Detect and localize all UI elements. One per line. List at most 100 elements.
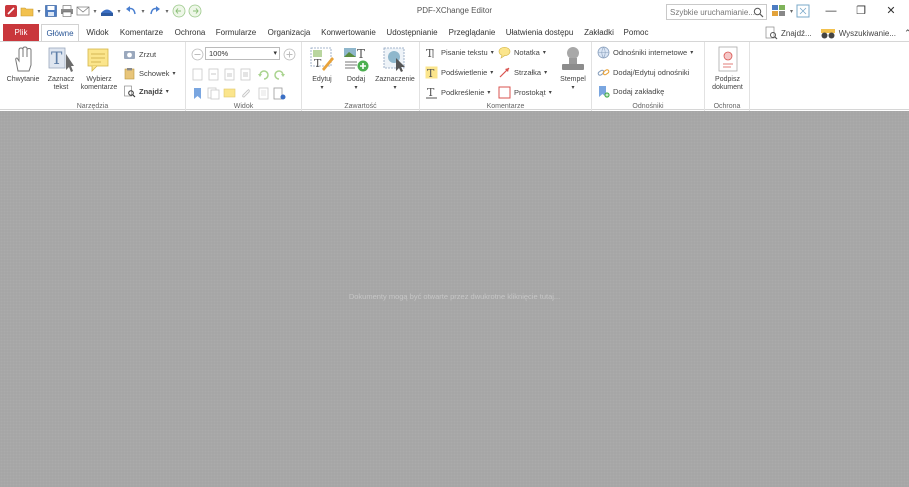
comments-pane-icon[interactable] [223,87,236,100]
page-first-icon[interactable] [191,68,204,81]
bookmark-icon[interactable] [191,87,204,100]
clipboard-button[interactable]: Schowek ▾ [123,67,175,80]
search-button[interactable]: Wyszukiwanie... [820,26,896,40]
stamp-button[interactable]: Stempel ▾ [556,45,590,92]
rotate-left-icon[interactable] [257,68,270,81]
tab-protect[interactable]: Ochrona [170,24,210,41]
highlight-dropdown-icon[interactable]: ▾ [490,69,493,76]
minimize-button[interactable]: — [821,3,841,19]
add-bookmark-button[interactable]: Dodaj zakładkę [597,85,664,98]
stamp-dropdown-icon[interactable]: ▾ [556,84,590,92]
tab-help[interactable]: Pomoc [621,24,651,41]
clipboard-icon [124,68,135,80]
tab-view[interactable]: Widok [81,24,114,41]
hand-tool-button[interactable]: Chwytanie [2,45,44,84]
zoom-in-icon[interactable] [283,48,296,61]
zoom-out-icon[interactable] [191,48,204,61]
camera-icon [124,51,135,59]
tab-convert[interactable]: Konwertowanie [317,24,380,41]
scan-icon[interactable] [100,4,114,18]
tab-bookmarks[interactable]: Zakładki [579,24,619,41]
layers-icon[interactable] [257,87,270,100]
rectangle-button[interactable]: Prostokąt ▾ [498,86,552,99]
find-button[interactable]: Znajdź... [764,26,812,40]
web-links-button[interactable]: Odnośniki internetowe ▾ [597,46,693,59]
restore-button[interactable]: ❐ [851,3,871,19]
rotate-right-icon[interactable] [273,68,286,81]
undo-dropdown-icon[interactable]: ▾ [140,8,146,15]
print-icon[interactable] [60,4,74,18]
underline-dropdown-icon[interactable]: ▾ [487,89,490,96]
select-content-label: Zaznaczenie [375,76,415,83]
close-button[interactable]: ✕ [881,3,901,19]
sign-document-button[interactable]: Podpisz dokument [706,45,749,92]
typewriter-dropdown-icon[interactable]: ▾ [491,49,494,56]
back-icon[interactable] [172,4,186,18]
tab-forms[interactable]: Formularze [212,24,260,41]
tab-comments[interactable]: Komentarze [116,24,167,41]
attachment-icon[interactable] [239,87,252,100]
tab-home[interactable]: Główne [41,24,79,41]
highlight-button[interactable]: T Podświetlenie ▾ [425,66,493,79]
zoom-dropdown-icon[interactable]: ▾ [273,49,277,57]
titlebar-tools: ▾ [771,4,810,18]
rectangle-dropdown-icon[interactable]: ▾ [549,89,552,96]
select-content-dropdown-icon[interactable]: ▾ [372,84,418,92]
undo-icon[interactable] [124,4,138,18]
svg-text:T: T [427,86,435,99]
note-button[interactable]: Notatka ▾ [498,46,546,59]
add-edit-links-button[interactable]: Dodaj/Edytuj odnośniki [597,66,689,79]
fullscreen-icon[interactable] [796,4,810,18]
open-folder-icon[interactable] [20,4,34,18]
tab-share[interactable]: Udostępnianie [382,24,442,41]
find-tool-button[interactable]: Znajdź ▾ [123,85,169,98]
tab-organize[interactable]: Organizacja [263,24,315,41]
edit-content-button[interactable]: T Edytuj ▾ [305,45,339,92]
email-dropdown-icon[interactable]: ▾ [92,8,98,15]
arrow-dropdown-icon[interactable]: ▾ [544,69,547,76]
zoom-select[interactable]: 100% ▾ [205,47,280,60]
page-last-icon[interactable] [239,68,252,81]
save-icon[interactable] [44,4,58,18]
tab-accessibility[interactable]: Ułatwienia dostępu [502,24,577,41]
ui-options-icon[interactable] [771,4,787,18]
page-settings-icon[interactable] [273,87,286,100]
svg-text:T: T [51,49,63,69]
clipboard-dropdown-icon[interactable]: ▾ [172,70,175,77]
web-links-dropdown-icon[interactable]: ▾ [690,49,693,56]
typewriter-button[interactable]: T Pisanie tekstu ▾ [425,46,494,59]
redo-dropdown-icon[interactable]: ▾ [164,8,170,15]
page-prev-icon[interactable] [207,68,220,81]
note-dropdown-icon[interactable]: ▾ [543,49,546,56]
scan-dropdown-icon[interactable]: ▾ [116,8,122,15]
open-dropdown-icon[interactable]: ▾ [36,8,42,15]
tab-file[interactable]: Plik [3,24,39,41]
tab-review[interactable]: Przeglądanie [444,24,500,41]
quick-launch-search[interactable]: Szybkie uruchamianie... [666,4,767,20]
select-content-button[interactable]: Zaznaczenie ▾ [372,45,418,92]
search-icon[interactable] [753,7,764,18]
arrow-button[interactable]: Strzałka ▾ [498,66,547,79]
add-content-button[interactable]: T Dodaj ▾ [340,45,372,92]
add-content-dropdown-icon[interactable]: ▾ [340,84,372,92]
group-tools-label: Narzędzia [76,103,109,110]
redo-icon[interactable] [148,4,162,18]
email-icon[interactable] [76,4,90,18]
underline-label: Podkreślenie [441,88,485,97]
page-next-icon[interactable] [223,68,236,81]
edit-content-dropdown-icon[interactable]: ▾ [305,84,339,92]
find-tool-dropdown-icon[interactable]: ▾ [166,88,169,95]
group-tools: Chwytanie T Zaznacz tekst Wybierz koment… [0,42,186,111]
document-area[interactable]: Dokumenty mogą być otwarte przez dwukrot… [0,111,909,487]
thumbnails-icon[interactable] [207,87,220,100]
title-bar: ▾ ▾ ▾ ▾ ▾ PDF-XChange Editor Szybkie uru… [0,0,909,23]
select-text-button[interactable]: T Zaznacz tekst [44,45,78,92]
binoculars-icon [820,29,835,39]
select-comments-button[interactable]: Wybierz komentarze [77,45,121,92]
collapse-ribbon-icon[interactable]: ⌃ [904,28,909,39]
ui-options-dropdown-icon[interactable]: ▾ [790,8,793,15]
forward-icon[interactable] [188,4,202,18]
sign-document-icon [718,46,737,72]
underline-button[interactable]: T Podkreślenie ▾ [425,86,490,99]
snapshot-button[interactable]: Zrzut [123,48,156,61]
